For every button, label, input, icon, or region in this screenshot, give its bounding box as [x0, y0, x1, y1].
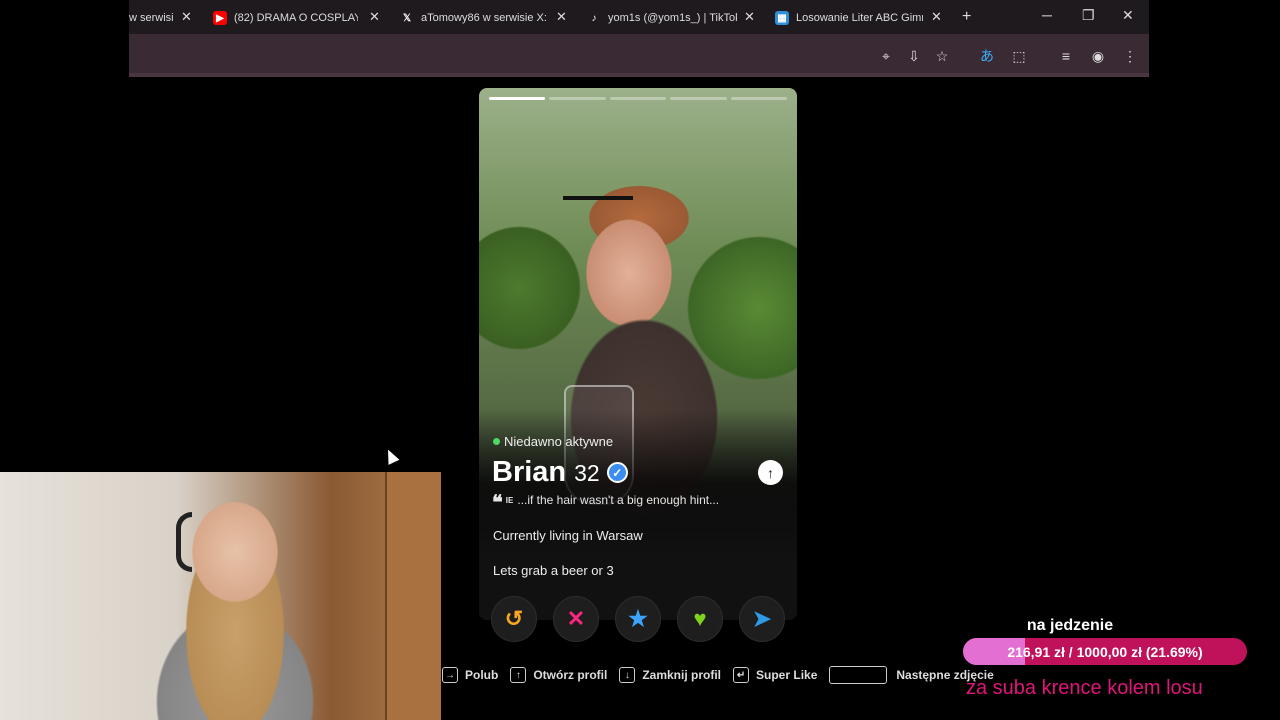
tab-title: (82) DRAMA O COSPLAYE [234, 12, 358, 24]
keyboard-hint: ↓ Zamknij profil [619, 667, 721, 683]
profile-age: 32 [574, 460, 600, 486]
profile-quote: ❝ IE ...if the hair wasn't a big enough … [492, 492, 720, 514]
nope-button[interactable]: ✕ [553, 596, 599, 642]
tab-4[interactable]: ▦ Losowanie Liter ABC Gimn [775, 6, 923, 30]
headset-mic [176, 512, 192, 572]
donation-goal-title: na jedzenie [1026, 617, 1114, 634]
verified-badge-icon: ✓ [606, 462, 628, 483]
hint-label: Polub [465, 668, 499, 682]
tab-0[interactable]: w serwisie [129, 6, 174, 30]
profile-location: Currently living in Warsaw [493, 528, 643, 543]
activity-status: Niedawno aktywne [493, 434, 613, 449]
hint-label: Super Like [756, 668, 818, 682]
keyboard-hint: ↑ Otwórz profil [510, 667, 607, 683]
active-dot-icon [493, 438, 500, 445]
donation-goal-amount: 216,91 zł / 1000,00 zł (21.69%) [1007, 643, 1203, 660]
mouse-cursor-icon [382, 447, 400, 465]
nope-icon: ✕ [566, 606, 586, 631]
profile-name: Brian [492, 456, 567, 488]
activity-label: Niedawno aktywne [504, 434, 614, 449]
open-profile-arrow-icon[interactable]: ↑ [758, 460, 783, 485]
boost-icon: ➤ [752, 606, 772, 631]
keyboard-hint: → Polub [442, 667, 498, 683]
restore-icon[interactable]: ❐ [1082, 7, 1095, 24]
tab-title: yom1s (@yom1s_) | TikTok [608, 12, 737, 24]
photo-progress-segment [489, 97, 546, 100]
bookmark-star-icon[interactable]: ☆ [933, 47, 951, 65]
photo-progress-segment [609, 97, 667, 100]
super-like-button[interactable]: ★ [615, 596, 661, 642]
new-tab-icon[interactable]: + [962, 8, 971, 26]
photo-progress-segment [730, 97, 788, 100]
translate-icon[interactable]: あ [978, 47, 996, 65]
donation-goal-bar: 216,91 zł / 1000,00 zł (21.69%) [963, 638, 1247, 665]
browser-window: w serwisie ✕ ▶ (82) DRAMA O COSPLAYE ✕ 𝕏… [129, 0, 1149, 77]
location-icon[interactable]: ⌖ [877, 47, 895, 65]
quote-icon: ❝ [492, 492, 503, 514]
rewind-icon: ↺ [504, 606, 524, 631]
name-row: Brian 32 ✓ [492, 456, 628, 489]
sunglasses [563, 196, 633, 214]
tab-close-icon[interactable]: ✕ [369, 10, 380, 24]
minimize-icon[interactable]: ─ [1042, 7, 1052, 23]
webcam-overlay [0, 472, 441, 720]
tiktok-icon: ♪ [591, 12, 597, 24]
profile-bio: Lets grab a beer or 3 [493, 563, 614, 578]
quote-prefix: IE [505, 495, 514, 505]
tab-3[interactable]: ♪ yom1s (@yom1s_) | TikTok [587, 6, 738, 30]
tab-2[interactable]: 𝕏 aTomowy86 w serwisie X: [400, 6, 548, 30]
tab-title: Losowanie Liter ABC Gimn [796, 12, 923, 24]
hint-label: Otwórz profil [533, 668, 608, 682]
browser-menu-icon[interactable]: ⋮ [1121, 47, 1139, 65]
tab-close-icon[interactable]: ✕ [931, 10, 942, 24]
donation-goal-subtitle: za suba krence kolem losu [966, 677, 1203, 699]
profile-card[interactable]: Niedawno aktywne Brian 32 ✓ ↑ ❝ IE ...if… [479, 88, 797, 620]
key-icon: ↑ [510, 667, 527, 683]
x-logo-icon: 𝕏 [402, 12, 412, 24]
super-like-icon: ★ [628, 606, 648, 631]
space-key-icon [829, 666, 888, 684]
quote-text: ...if the hair wasn't a big enough hint.… [517, 493, 720, 507]
tab-strip: w serwisie ✕ ▶ (82) DRAMA O COSPLAYE ✕ 𝕏… [129, 0, 1149, 34]
tab-1[interactable]: ▶ (82) DRAMA O COSPLAYE [213, 6, 358, 30]
install-app-icon[interactable]: ⇩ [905, 47, 923, 65]
close-window-icon[interactable]: ✕ [1122, 7, 1134, 24]
photo-progress [489, 97, 788, 100]
youtube-icon: ▶ [213, 11, 227, 25]
letters-site-icon: ▦ [775, 11, 789, 25]
keyboard-hint: ↵ Super Like [733, 667, 817, 683]
browser-toolbar: ⌖ ⇩ ☆ あ ⬚ ≡ ◉ ⋮ [129, 34, 1149, 77]
tab-close-icon[interactable]: ✕ [744, 10, 755, 24]
cabinet [385, 472, 441, 720]
profile-icon[interactable]: ◉ [1089, 47, 1107, 65]
action-buttons: ↺ ✕ ★ ♥ ➤ [491, 596, 785, 642]
like-button[interactable]: ♥ [677, 596, 723, 642]
tab-close-icon[interactable]: ✕ [181, 10, 192, 24]
photo-progress-segment [549, 97, 606, 100]
rewind-button[interactable]: ↺ [491, 596, 537, 642]
like-icon: ♥ [693, 606, 707, 631]
hint-label: Zamknij profil [642, 668, 722, 682]
key-icon: → [442, 667, 458, 683]
photo-progress-segment [670, 97, 727, 100]
boost-button[interactable]: ➤ [739, 596, 785, 642]
key-icon: ↓ [619, 667, 636, 683]
key-icon: ↵ [733, 667, 750, 683]
tab-close-icon[interactable]: ✕ [556, 10, 567, 24]
keyboard-hints: → Polub ↑ Otwórz profil ↓ Zamknij profil ↵ Supe… [442, 664, 1006, 686]
media-controls-icon[interactable]: ≡ [1057, 47, 1075, 65]
extensions-icon[interactable]: ⬚ [1010, 47, 1028, 65]
tab-title: w serwisie [129, 12, 174, 24]
tab-title: aTomowy86 w serwisie X: [421, 12, 547, 24]
